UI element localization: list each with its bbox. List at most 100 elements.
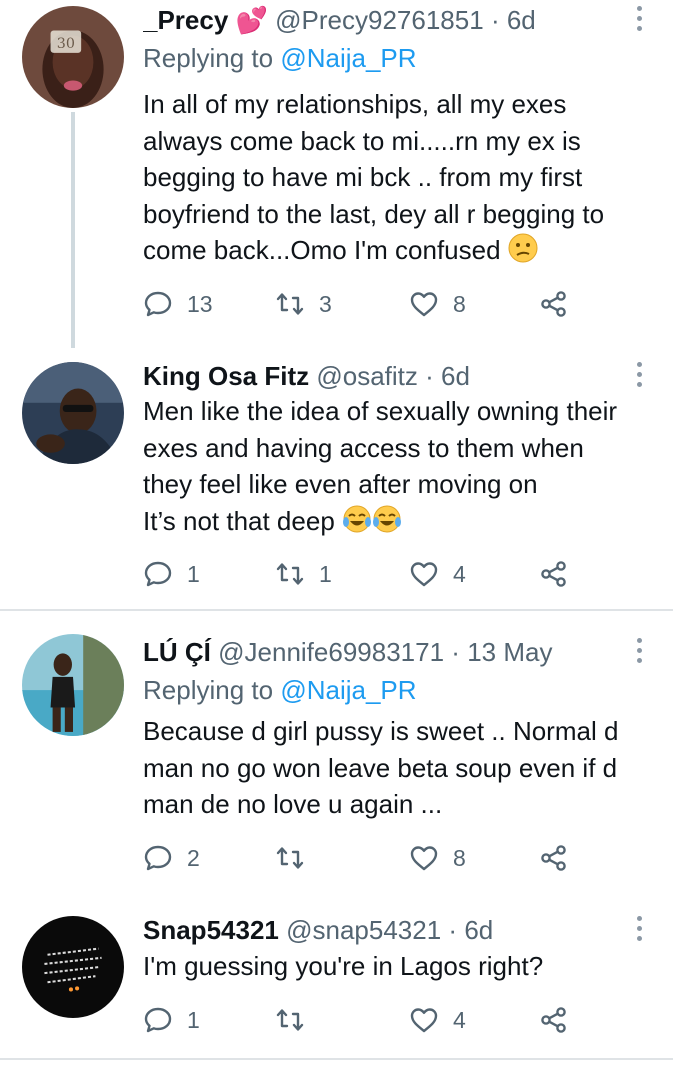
avatar-precy-image: 30 [22, 6, 124, 108]
tweet-header: _Precy 💕 @Precy92761851 · 6d [143, 0, 625, 40]
like-icon [410, 562, 438, 587]
tweet-actions: 1 4 [143, 1000, 583, 1040]
timestamp[interactable]: 6d [507, 5, 536, 35]
timestamp[interactable]: 6d [464, 915, 493, 945]
tears-of-joy-emoji [373, 505, 402, 532]
tweet-text: In all of my relationships, all my exes … [143, 86, 655, 269]
tweet-header: Snap54321 @snap54321 · 6d [143, 910, 625, 950]
replying-to: Replying to @Naija_PR [143, 670, 417, 710]
retweet-button[interactable]: 3 [275, 284, 332, 324]
author-name[interactable]: _Precy [143, 5, 228, 35]
retweet-count: 3 [319, 290, 332, 317]
replying-to-label: Replying to [143, 43, 274, 73]
author-handle[interactable]: @Precy92761851 [275, 5, 484, 35]
like-icon [410, 1008, 438, 1033]
reply-button[interactable]: 2 [143, 838, 200, 878]
retweet-count: 1 [319, 560, 332, 587]
avatar-jennife[interactable] [22, 634, 124, 736]
avatar-osafitz[interactable] [22, 362, 124, 464]
more-icon[interactable] [635, 916, 643, 944]
replying-to: Replying to @Naija_PR [143, 38, 417, 78]
tweet-lu-ci[interactable]: LÚ ÇÍ @Jennife69983171 · 13 May Replying… [0, 632, 673, 892]
author-handle[interactable]: @snap54321 [286, 915, 441, 945]
timestamp[interactable]: 6d [441, 361, 470, 391]
share-icon [541, 291, 566, 317]
reply-count: 2 [187, 844, 200, 871]
like-count: 8 [453, 844, 466, 871]
like-button[interactable]: 4 [409, 1000, 466, 1040]
more-icon[interactable] [635, 638, 643, 666]
tweet-king-osa-fitz[interactable]: King Osa Fitz @osafitz · 6d Men like the… [0, 356, 673, 606]
like-button[interactable]: 4 [409, 554, 466, 594]
share-button[interactable] [539, 1000, 569, 1040]
tweet-text: Because d girl pussy is sweet .. Normal … [143, 713, 655, 823]
replying-to-label: Replying to [143, 675, 274, 705]
tweet-text: I'm guessing you're in Lagos right? [143, 948, 655, 985]
avatar-jennife-image [22, 634, 124, 736]
separator: · [451, 637, 460, 667]
share-button[interactable] [539, 284, 569, 324]
tweet-divider [0, 609, 673, 611]
tweet-actions: 2 8 [143, 838, 583, 878]
thread-line [71, 112, 75, 348]
tweet-text-content: Because d girl pussy is sweet .. Normal … [143, 716, 619, 819]
two-hearts-emoji: 💕 [235, 5, 268, 35]
retweet-icon [276, 1009, 304, 1031]
like-button[interactable]: 8 [409, 284, 466, 324]
author-name[interactable]: King Osa Fitz [143, 361, 309, 391]
tweet-divider [0, 1058, 673, 1060]
tweet-text-content: I'm guessing you're in Lagos right? [143, 951, 544, 981]
tweet-header: King Osa Fitz @osafitz · 6d [143, 356, 625, 396]
reply-button[interactable]: 1 [143, 1000, 200, 1040]
author-handle[interactable]: @Jennife69983171 [218, 637, 444, 667]
retweet-button[interactable] [275, 1000, 319, 1040]
more-icon[interactable] [635, 362, 643, 390]
tweet-actions: 13 3 8 [143, 284, 583, 324]
svg-text:30: 30 [57, 36, 75, 52]
reply-count: 1 [187, 1006, 200, 1033]
like-icon [410, 292, 438, 317]
share-button[interactable] [539, 838, 569, 878]
avatar-precy[interactable]: 30 [22, 6, 124, 108]
tweet-actions: 1 1 4 [143, 554, 583, 594]
author-name[interactable]: LÚ ÇÍ [143, 637, 211, 667]
reply-count: 13 [187, 290, 213, 317]
share-button[interactable] [539, 554, 569, 594]
timestamp[interactable]: 13 May [467, 637, 552, 667]
retweet-button[interactable]: 1 [275, 554, 332, 594]
reply-icon [144, 1007, 172, 1033]
tweet-precy[interactable]: 30 _Precy 💕 @Precy92761851 · 6d Replying… [0, 0, 673, 348]
retweet-icon [276, 847, 304, 869]
retweet-icon [276, 293, 304, 315]
like-count: 4 [453, 1006, 466, 1033]
like-count: 8 [453, 290, 466, 317]
reply-button[interactable]: 13 [143, 284, 213, 324]
separator: · [425, 361, 434, 391]
tears-of-joy-emoji [343, 505, 372, 532]
share-icon [541, 561, 566, 587]
reply-icon [144, 561, 172, 587]
reply-icon [144, 291, 172, 317]
like-icon [410, 846, 438, 871]
avatar-osafitz-image [22, 362, 124, 464]
like-button[interactable]: 8 [409, 838, 466, 878]
author-handle[interactable]: @osafitz [316, 361, 418, 391]
separator: · [448, 915, 458, 945]
reply-button[interactable]: 1 [143, 554, 200, 594]
retweet-icon [276, 563, 304, 585]
replying-to-mention[interactable]: @Naija_PR [280, 43, 416, 73]
replying-to-mention[interactable]: @Naija_PR [280, 675, 416, 705]
confused-face-emoji [508, 233, 538, 263]
avatar-snap54321[interactable] [22, 916, 124, 1018]
separator: · [490, 5, 500, 35]
more-icon[interactable] [635, 6, 643, 34]
retweet-button[interactable] [275, 838, 319, 878]
reply-icon [144, 845, 172, 871]
tweet-header: LÚ ÇÍ @Jennife69983171 · 13 May [143, 632, 625, 672]
tweet-snap54321[interactable]: Snap54321 @snap54321 · 6d I'm guessing y… [0, 910, 673, 1060]
share-icon [541, 1007, 566, 1033]
like-count: 4 [453, 560, 466, 587]
tweet-text: Men like the idea of sexually owning the… [143, 393, 655, 539]
author-name[interactable]: Snap54321 [143, 915, 279, 945]
avatar-snap54321-image [22, 916, 124, 1018]
